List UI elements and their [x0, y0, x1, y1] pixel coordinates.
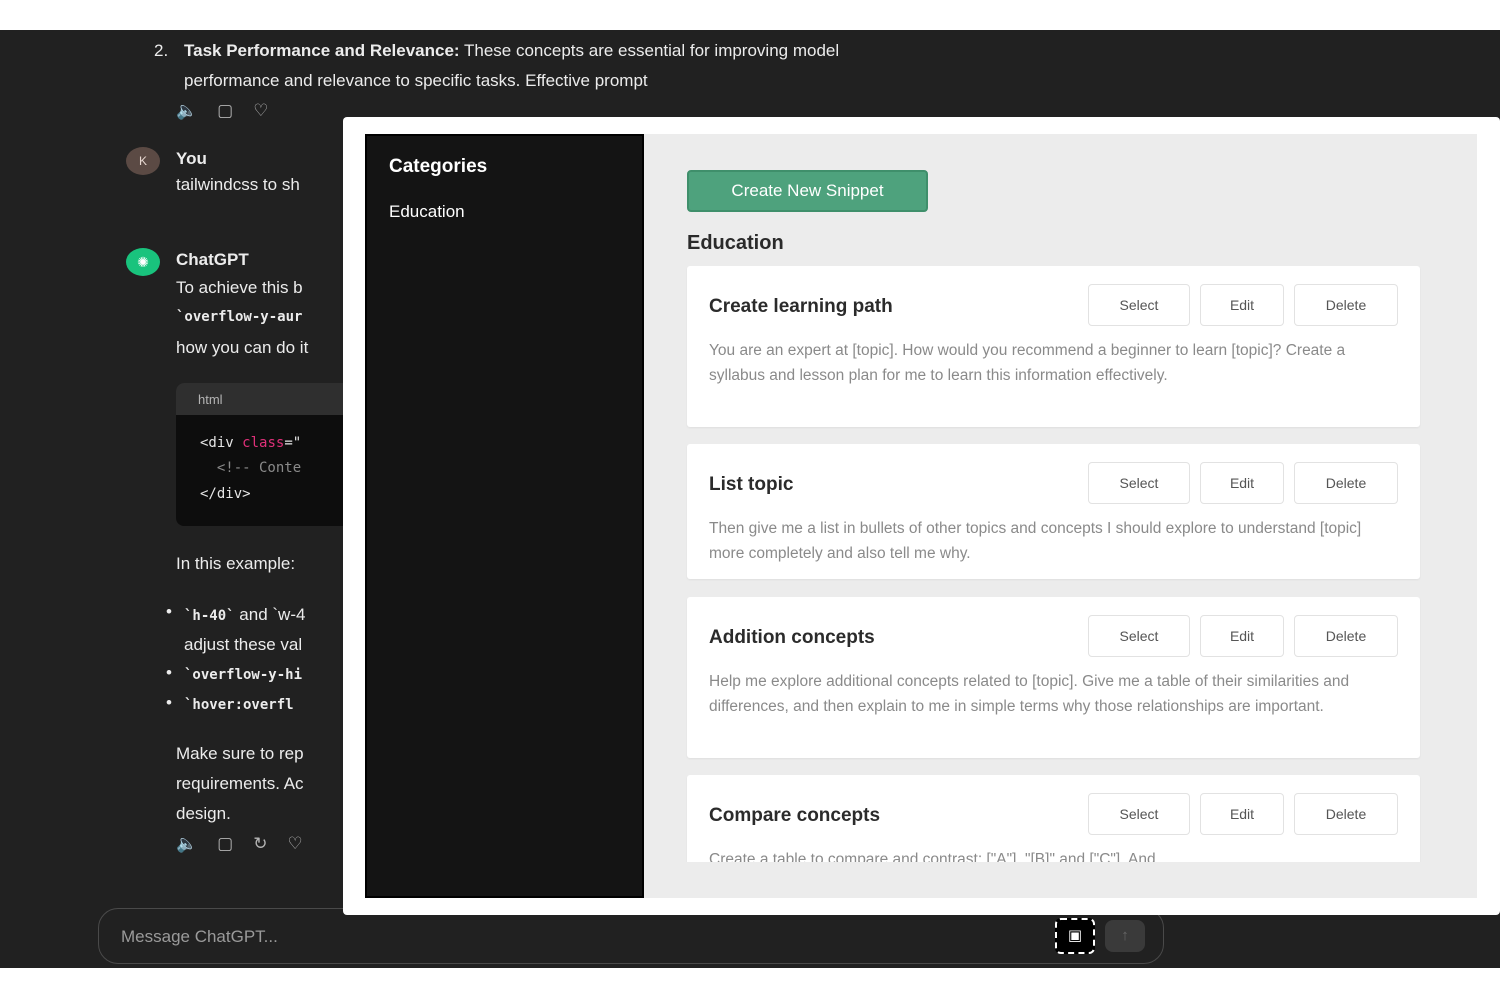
snippet-title: Compare concepts [709, 805, 881, 826]
snippets-content: Create New Snippet Education Create lear… [665, 134, 1477, 862]
message-actions-bottom: 🔈 ▢ ↻ ♡ [176, 834, 303, 854]
snippet-title: Addition concepts [709, 627, 875, 648]
code-token: =" [284, 435, 302, 451]
section-title: Education [687, 232, 784, 254]
snippet-card: Compare concepts Select Edit Delete Crea… [687, 775, 1420, 862]
category-item-education[interactable]: Education [389, 202, 465, 222]
speaker-icon[interactable]: 🔈 [176, 834, 197, 854]
chatgpt-window: 2. Task Performance and Relevance: These… [0, 30, 1500, 968]
snippet-icon: ▣ [1067, 927, 1083, 944]
snippet-card: Create learning path Select Edit Delete … [687, 266, 1420, 427]
bullet-1-text: and `w-4 [234, 605, 306, 624]
code-keyword: class [242, 435, 285, 451]
arrow-up-icon: ↑ [1121, 927, 1129, 944]
delete-button[interactable]: Delete [1294, 284, 1398, 326]
snippet-actions: Select Edit Delete [1088, 284, 1398, 326]
select-button[interactable]: Select [1088, 462, 1190, 504]
code-line-2: <!-- Conte [200, 460, 302, 476]
message-composer: ▣ ↑ [98, 908, 1164, 964]
code-line-1: <div class=" [200, 435, 301, 451]
create-new-snippet-button[interactable]: Create New Snippet [687, 170, 928, 212]
bullet-dot-3: • [166, 693, 172, 712]
edit-button[interactable]: Edit [1200, 615, 1284, 657]
snippet-actions: Select Edit Delete [1088, 793, 1398, 835]
snippet-modal-body: Categories Education Create New Snippet … [365, 134, 1477, 898]
list-item-text: These concepts are essential for improvi… [459, 41, 840, 60]
snippet-actions: Select Edit Delete [1088, 462, 1398, 504]
snippet-card: List topic Select Edit Delete Then give … [687, 444, 1420, 579]
snippet-button[interactable]: ▣ [1055, 918, 1095, 954]
bullet-1-line-2: adjust these val [184, 635, 303, 654]
regenerate-icon[interactable]: ↻ [253, 834, 267, 854]
delete-button[interactable]: Delete [1294, 793, 1398, 835]
thumbs-down-icon[interactable]: ♡ [253, 101, 268, 121]
assistant-name: ChatGPT [176, 250, 249, 269]
closing-line-3: design. [176, 804, 231, 823]
snippet-actions: Select Edit Delete [1088, 615, 1398, 657]
reply-line-1: To achieve this b [176, 278, 303, 297]
categories-panel: Categories Education [365, 134, 644, 898]
snippet-title: Create learning path [709, 296, 893, 317]
chatgpt-logo-icon: ✺ [126, 248, 160, 276]
categories-title: Categories [389, 156, 488, 177]
bullet-1: `h-40` and `w-4 [184, 605, 305, 625]
send-button[interactable]: ↑ [1105, 920, 1145, 952]
select-button[interactable]: Select [1088, 793, 1190, 835]
list-item-line-1: Task Performance and Relevance: These co… [184, 41, 839, 61]
user-message: tailwindcss to sh [176, 175, 300, 194]
message-input[interactable] [121, 925, 1021, 949]
message-actions-top: 🔈 ▢ ♡ [176, 101, 268, 121]
snippet-body: You are an expert at [topic]. How would … [709, 342, 1346, 384]
user-avatar: K [126, 147, 160, 175]
reply-line-3: how you can do it [176, 338, 309, 357]
code-line-3: </div> [200, 486, 251, 502]
bullet-1-code: `h-40` [184, 608, 235, 624]
code-token: <div [200, 435, 243, 451]
delete-button[interactable]: Delete [1294, 462, 1398, 504]
closing-line-1: Make sure to rep [176, 744, 304, 763]
reply-inline-code: `overflow-y-aur [176, 309, 303, 325]
select-button[interactable]: Select [1088, 615, 1190, 657]
user-name: You [176, 149, 207, 168]
list-item-line-2: performance and relevance to specific ta… [184, 71, 648, 90]
bullet-2-code: `overflow-y-hi [184, 667, 303, 683]
list-item-bold: Task Performance and Relevance: [184, 41, 460, 60]
list-item-number: 2. [154, 41, 169, 60]
bullet-dot-1: • [166, 602, 172, 621]
delete-button[interactable]: Delete [1294, 615, 1398, 657]
copy-icon[interactable]: ▢ [217, 101, 233, 121]
speaker-icon[interactable]: 🔈 [176, 101, 197, 121]
bullet-dot-2: • [166, 663, 172, 682]
snippet-title: List topic [709, 474, 794, 495]
select-button[interactable]: Select [1088, 284, 1190, 326]
edit-button[interactable]: Edit [1200, 462, 1284, 504]
snippet-modal: Categories Education Create New Snippet … [343, 117, 1500, 915]
thumbs-down-icon[interactable]: ♡ [287, 834, 302, 854]
closing-line-2: requirements. Ac [176, 774, 304, 793]
edit-button[interactable]: Edit [1200, 284, 1284, 326]
snippet-body: Help me explore additional concepts rela… [709, 673, 1350, 715]
edit-button[interactable]: Edit [1200, 793, 1284, 835]
copy-icon[interactable]: ▢ [217, 834, 233, 854]
example-heading: In this example: [176, 554, 296, 573]
snippet-body: Then give me a list in bullets of other … [709, 520, 1362, 562]
bullet-3-code: `hover:overfl [184, 697, 294, 713]
snippet-body: Create a table to compare and contrast: … [709, 851, 1156, 862]
snippet-card: Addition concepts Select Edit Delete Hel… [687, 597, 1420, 758]
